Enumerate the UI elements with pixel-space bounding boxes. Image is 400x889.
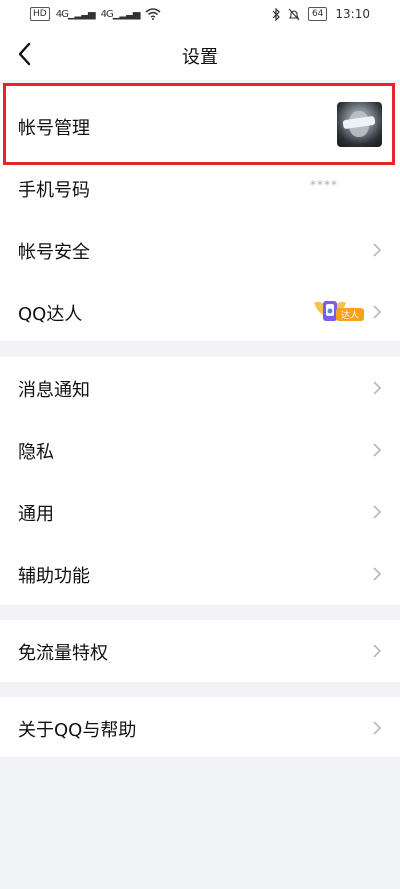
battery-indicator: 64 (307, 7, 328, 21)
svg-text:达人: 达人 (341, 309, 359, 321)
row-about-help[interactable]: 关于QQ与帮助 (0, 697, 400, 759)
row-label: 手机号码 (18, 180, 90, 201)
chevron-right-icon (373, 443, 382, 457)
row-notifications[interactable]: 消息通知 (0, 357, 400, 419)
data-saver-group: 免流量特权 (0, 620, 400, 682)
bluetooth-icon (272, 7, 280, 21)
mute-bell-icon (288, 8, 300, 20)
signal-4g-2: 4G▁▂▃▅ (100, 8, 141, 20)
about-group: 关于QQ与帮助 (0, 697, 400, 757)
row-label: 帐号安全 (18, 242, 90, 263)
chevron-right-icon (373, 243, 382, 257)
signal-4g-1: 4G▁▂▃▅ (55, 8, 96, 20)
expert-badge-icon: 达人 (314, 301, 364, 321)
chevron-right-icon (373, 381, 382, 395)
row-label: 关于QQ与帮助 (18, 720, 137, 741)
row-account-security[interactable]: 帐号安全 (0, 219, 400, 281)
preferences-group: 消息通知 隐私 通用 辅助功能 (0, 357, 400, 605)
row-label: 隐私 (18, 442, 54, 463)
row-label: 免流量特权 (18, 643, 108, 664)
row-label: 辅助功能 (18, 566, 90, 587)
hd-badge: HD (30, 7, 50, 21)
status-bar: HD 4G▁▂▃▅ 4G▁▂▃▅ 64 13:10 (0, 0, 400, 30)
wifi-icon (145, 8, 161, 20)
row-phone-number[interactable]: 手机号码 **** (0, 157, 400, 219)
row-qq-expert[interactable]: QQ达人 达人 (0, 281, 400, 343)
clock: 13:10 (335, 7, 370, 21)
chevron-right-icon (373, 505, 382, 519)
row-general[interactable]: 通用 (0, 481, 400, 543)
chevron-right-icon (373, 305, 382, 319)
row-free-data-privilege[interactable]: 免流量特权 (0, 620, 400, 682)
row-label: QQ达人 (18, 304, 83, 325)
masked-phone-value: **** (310, 178, 338, 192)
status-right: 64 13:10 (272, 7, 370, 21)
row-accessibility[interactable]: 辅助功能 (0, 543, 400, 605)
chevron-right-icon (373, 567, 382, 581)
row-label: 通用 (18, 504, 54, 525)
row-label: 消息通知 (18, 380, 90, 401)
status-left: HD 4G▁▂▃▅ 4G▁▂▃▅ (30, 7, 161, 21)
chevron-right-icon (373, 721, 382, 735)
row-privacy[interactable]: 隐私 (0, 419, 400, 481)
highlight-frame (3, 83, 395, 165)
page-title: 设置 (182, 47, 218, 68)
chevron-right-icon (373, 644, 382, 658)
nav-bar: 设置 (0, 30, 400, 80)
